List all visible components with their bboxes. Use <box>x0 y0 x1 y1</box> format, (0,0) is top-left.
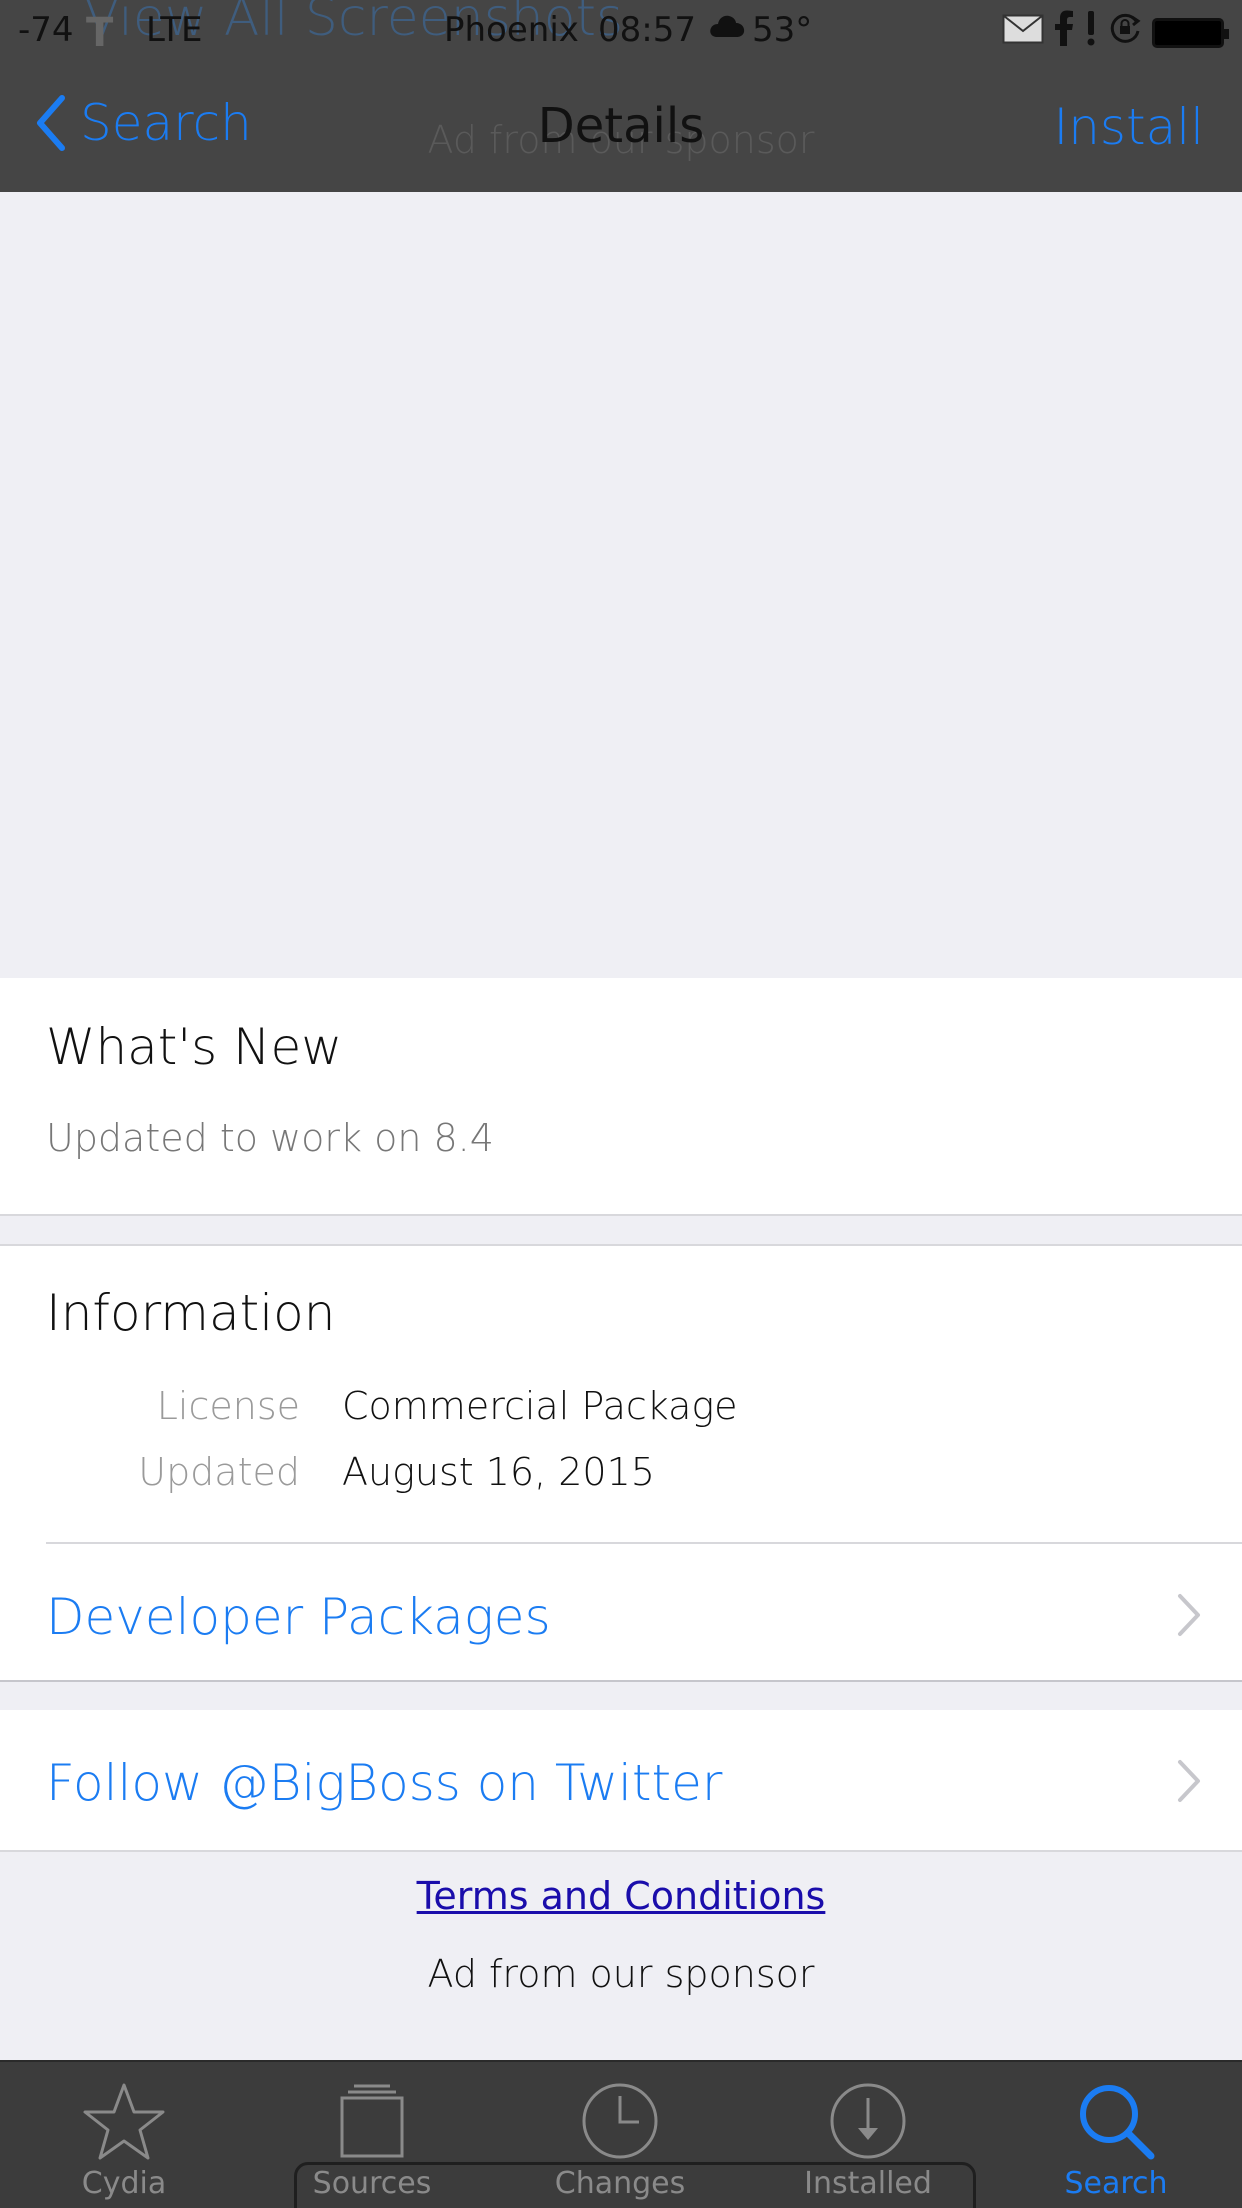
facebook-icon <box>1054 10 1074 55</box>
terms-and-conditions-link[interactable]: Terms and Conditions <box>417 1874 826 1918</box>
follow-twitter-link[interactable]: Follow @BigBoss on Twitter <box>0 1710 1242 1850</box>
tab-changes[interactable]: Changes <box>520 2080 720 2201</box>
rotation-lock-icon <box>1108 11 1142 54</box>
info-value: August 16, 2015 <box>342 1450 655 1494</box>
developer-packages-link[interactable]: Developer Packages <box>0 1544 1242 1684</box>
tab-label: Cydia <box>81 2166 167 2201</box>
follow-twitter-label: Follow @BigBoss on Twitter <box>46 1754 723 1812</box>
alert-icon <box>1084 10 1098 55</box>
chevron-right-icon <box>1176 1758 1202 1808</box>
info-key: Updated <box>138 1450 300 1494</box>
clock: 08:57 <box>598 10 696 50</box>
terms-container: Terms and Conditions <box>0 1874 1242 1918</box>
network-type: LTE <box>146 10 203 50</box>
info-value: Commercial Package <box>342 1384 738 1428</box>
clock-icon <box>520 2080 720 2162</box>
whats-new-title: What's New <box>46 1018 343 1076</box>
developer-packages-label: Developer Packages <box>46 1588 551 1646</box>
header: View All Screenshots Ad from our sponsor… <box>0 0 1242 192</box>
information-section: Information License Commercial Package U… <box>0 1244 1242 1682</box>
twitter-section: Follow @BigBoss on Twitter <box>0 1710 1242 1852</box>
install-button[interactable]: Install <box>1053 98 1204 156</box>
temperature: 53° <box>752 10 813 50</box>
navigation-bar: Search Details Install <box>0 62 1242 192</box>
tab-cydia[interactable]: Cydia <box>24 2080 224 2201</box>
sources-icon <box>272 2080 472 2162</box>
weather-city: Phoenix <box>444 10 579 50</box>
signal-strength: -74 <box>18 10 74 50</box>
cloud-icon <box>708 10 746 50</box>
download-icon <box>768 2080 968 2162</box>
info-key: License <box>156 1384 300 1428</box>
mail-icon <box>1002 13 1044 53</box>
tab-label: Search <box>1064 2166 1168 2201</box>
tab-bar: Cydia Sources Changes Installed Search <box>0 2060 1242 2208</box>
tab-installed[interactable]: Installed <box>768 2080 968 2201</box>
status-icons <box>1002 10 1229 55</box>
status-bar: -74 T LTE Phoenix 08:57 53° <box>0 0 1242 62</box>
tab-label: Sources <box>312 2166 432 2201</box>
whats-new-section: What's New Updated to work on 8.4 <box>0 978 1242 1216</box>
tab-search[interactable]: Search <box>1016 2080 1216 2201</box>
carrier-logo: T <box>86 10 114 56</box>
battery-icon <box>1152 17 1229 48</box>
chevron-right-icon <box>1176 1592 1202 1642</box>
tab-label: Installed <box>804 2166 932 2201</box>
information-title: Information <box>46 1284 336 1342</box>
tab-label: Changes <box>554 2166 686 2201</box>
sponsor-text: Ad from our sponsor <box>427 1952 815 1996</box>
star-icon <box>24 2080 224 2162</box>
tab-sources[interactable]: Sources <box>272 2080 472 2201</box>
whats-new-body: Updated to work on 8.4 <box>46 1116 494 1160</box>
search-icon <box>1016 2080 1216 2162</box>
